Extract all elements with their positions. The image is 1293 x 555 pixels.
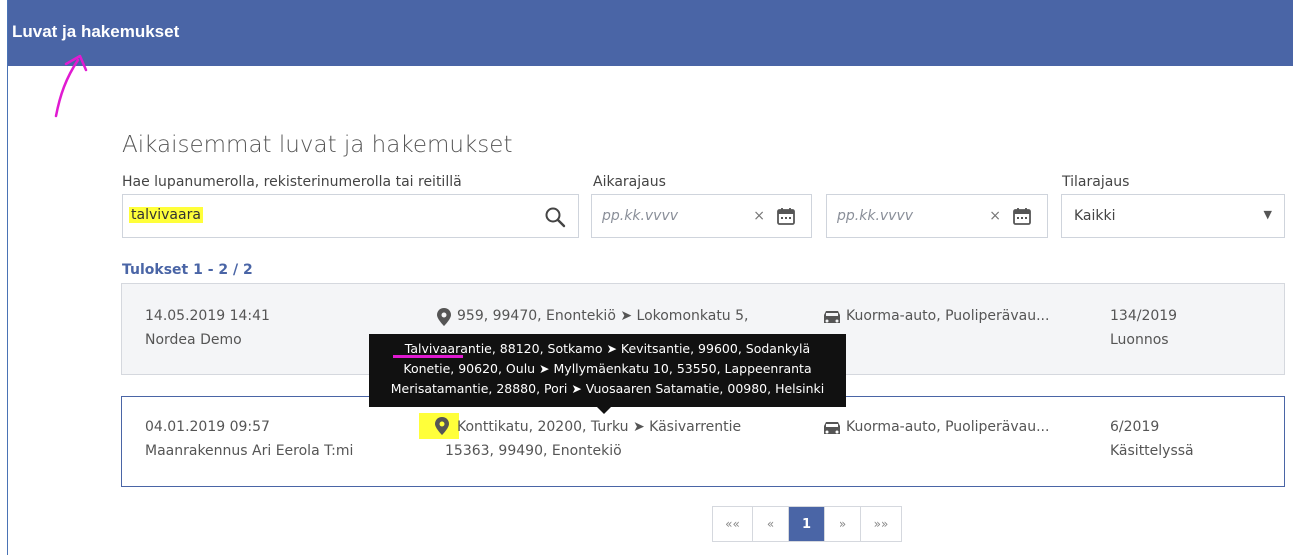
- page-button-current[interactable]: 1: [789, 507, 825, 541]
- prev-page-button[interactable]: «: [753, 507, 789, 541]
- time-filter-label: Aikarajaus: [593, 174, 666, 190]
- map-pin-icon: [437, 308, 451, 326]
- calendar-icon[interactable]: [776, 206, 796, 226]
- date-to-placeholder: pp.kk.vvvv: [837, 208, 914, 224]
- result-company: Maanrakennus Ari Eerola T:mi: [145, 443, 354, 459]
- left-border: [0, 0, 8, 555]
- truck-icon: [824, 422, 840, 434]
- route-tooltip: Talvivaarantie, 88120, Sotkamo ➤ Kevitsa…: [369, 334, 846, 407]
- result-date: 04.01.2019 09:57: [145, 419, 270, 435]
- result-vehicle: Kuorma-auto, Puoliperävau...: [846, 308, 1050, 324]
- results-count: Tulokset 1 - 2 / 2: [122, 262, 253, 278]
- date-to-field[interactable]: pp.kk.vvvv ×: [826, 194, 1048, 238]
- chevron-down-icon: ▼: [1263, 208, 1272, 221]
- tooltip-line: Konetie, 90620, Oulu ➤ Myllymäenkatu 10,…: [403, 361, 812, 376]
- map-pin-icon: [435, 417, 449, 435]
- result-route-continued: 15363, 99490, Enontekiö: [445, 443, 622, 459]
- state-filter-label: Tilarajaus: [1062, 174, 1130, 190]
- annotation-underline: [393, 355, 463, 358]
- result-status: Luonnos: [1110, 332, 1169, 348]
- state-filter-value: Kaikki: [1074, 208, 1116, 224]
- result-route[interactable]: 959, 99470, Enontekiö ➤ Lokomonkatu 5,: [457, 308, 749, 324]
- annotation-arrow: [54, 54, 88, 118]
- calendar-icon[interactable]: [1012, 206, 1032, 226]
- result-card[interactable]: 04.01.2019 09:57 Maanrakennus Ari Eerola…: [121, 396, 1285, 487]
- search-label: Hae lupanumerolla, rekisterinumerolla ta…: [122, 174, 462, 190]
- search-input[interactable]: talvivaara: [122, 194, 579, 238]
- search-input-value: talvivaara: [129, 207, 203, 223]
- last-page-button[interactable]: »»: [861, 507, 901, 541]
- next-page-button[interactable]: »: [825, 507, 861, 541]
- result-status: Käsittelyssä: [1110, 443, 1194, 459]
- app-header: Luvat ja hakemukset: [8, 0, 1293, 66]
- state-filter-select[interactable]: Kaikki ▼: [1061, 194, 1285, 238]
- result-number: 6/2019: [1110, 419, 1160, 435]
- result-route[interactable]: Konttikatu, 20200, Turku ➤ Käsivarrentie: [457, 419, 741, 435]
- section-title: Aikaisemmat luvat ja hakemukset: [122, 132, 513, 158]
- result-date: 14.05.2019 14:41: [145, 308, 270, 324]
- truck-icon: [824, 311, 840, 323]
- tooltip-arrow: [596, 406, 612, 414]
- date-from-clear-button[interactable]: ×: [753, 208, 765, 224]
- date-from-field[interactable]: pp.kk.vvvv ×: [591, 194, 812, 238]
- result-company: Nordea Demo: [145, 332, 242, 348]
- pagination: «« « 1 » »»: [712, 506, 902, 542]
- result-vehicle: Kuorma-auto, Puoliperävau...: [846, 419, 1050, 435]
- tooltip-line: Merisatamantie, 28880, Pori ➤ Vuosaaren …: [390, 381, 825, 396]
- result-number: 134/2019: [1110, 308, 1178, 324]
- first-page-button[interactable]: ««: [713, 507, 753, 541]
- date-from-placeholder: pp.kk.vvvv: [602, 208, 679, 224]
- search-icon[interactable]: [544, 206, 566, 228]
- page-title: Luvat ja hakemukset: [12, 22, 180, 41]
- date-to-clear-button[interactable]: ×: [989, 208, 1001, 224]
